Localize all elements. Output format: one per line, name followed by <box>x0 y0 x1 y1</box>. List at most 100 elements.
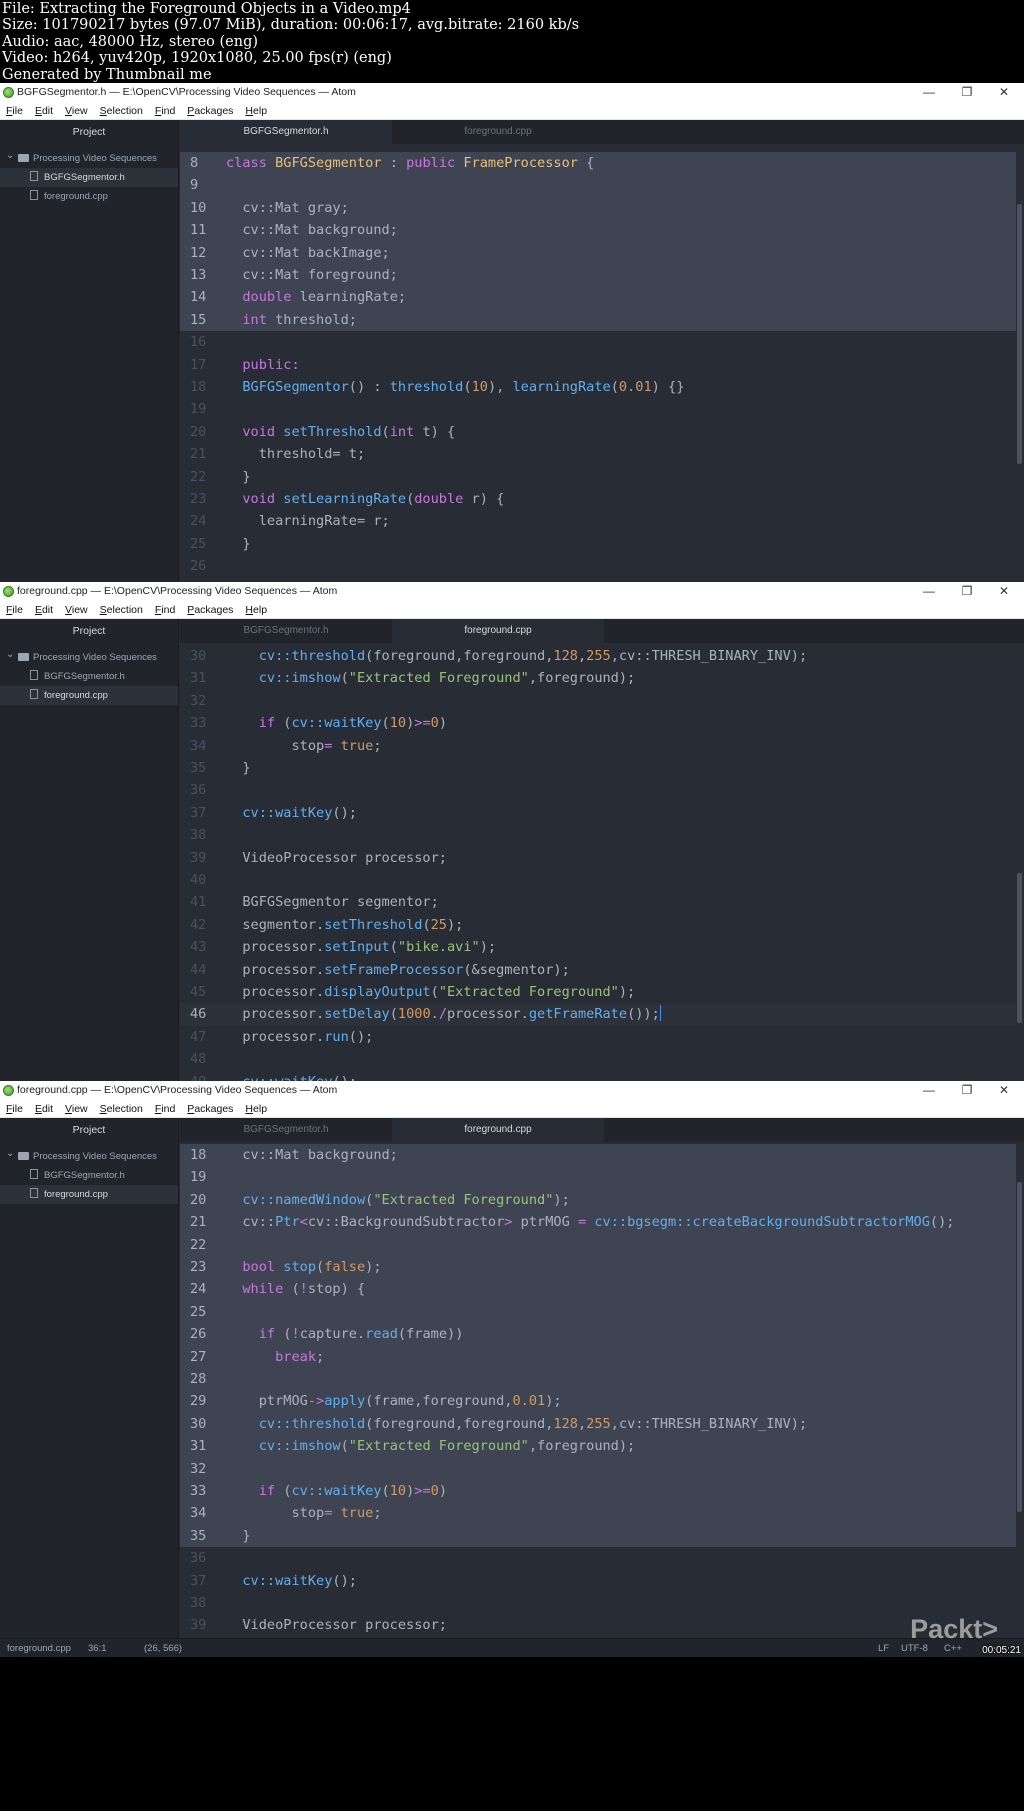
video-timestamp: 00:05:21 <box>982 1645 1021 1656</box>
tab-bgfgsegmentor-h[interactable]: BGFGSegmentor.h <box>180 120 392 144</box>
code-line: 33 if (cv::waitKey(10)>=0) <box>180 712 1016 734</box>
tree-root-folder[interactable]: ⌄ Processing Video Sequences <box>0 144 178 168</box>
minimize-icon[interactable]: — <box>918 83 940 102</box>
editor-scrollbar[interactable] <box>1017 1182 1022 1512</box>
code-text: cv::Ptr<cv::BackgroundSubtractor> ptrMOG… <box>226 1214 955 1231</box>
tree-file-foreground-cpp[interactable]: foreground.cpp <box>0 187 178 206</box>
code-line: 37 cv::waitKey(); <box>180 802 1016 824</box>
menu-help[interactable]: Help <box>245 1100 267 1118</box>
menu-view[interactable]: View <box>65 1100 88 1118</box>
menu-find[interactable]: Find <box>155 1100 175 1118</box>
menu-find[interactable]: Find <box>155 601 175 619</box>
close-icon[interactable]: ✕ <box>993 582 1015 601</box>
atom-logo-icon <box>3 87 14 98</box>
tab-foreground-cpp[interactable]: foreground.cpp <box>392 619 604 643</box>
line-number: 25 <box>190 535 207 552</box>
tree-root-folder[interactable]: ⌄ Processing Video Sequences <box>0 1142 178 1166</box>
restore-icon[interactable]: ❐ <box>956 83 978 102</box>
atom-window-3: foreground.cpp — E:\OpenCV\Processing Vi… <box>0 1081 1024 1657</box>
line-number: 30 <box>190 648 207 664</box>
line-number: 24 <box>190 1281 207 1298</box>
line-number: 22 <box>190 468 207 485</box>
code-line: 38 <box>180 824 1016 846</box>
minimize-icon[interactable]: — <box>918 1081 940 1100</box>
menu-help[interactable]: Help <box>245 601 267 619</box>
status-bar: foreground.cpp 36:1 (26, 566) LF UTF-8 C++ <box>0 1638 1024 1657</box>
code-line: 15 int threshold; <box>180 308 1016 332</box>
menu-selection[interactable]: Selection <box>100 601 143 619</box>
tree-root-folder[interactable]: ⌄ Processing Video Sequences <box>0 643 178 667</box>
editor-scrollbar[interactable] <box>1017 204 1022 464</box>
status-cursor-position[interactable]: 36:1 <box>88 1639 107 1657</box>
menu-file[interactable]: File <box>6 1100 23 1118</box>
line-number: 16 <box>190 334 207 351</box>
menu-file[interactable]: File <box>6 102 23 120</box>
code-line: 29 ptrMOG->apply(frame,foreground,0.01); <box>180 1390 1016 1413</box>
chevron-down-icon: ⌄ <box>6 649 15 660</box>
tab-foreground-cpp[interactable]: foreground.cpp <box>392 1118 604 1142</box>
code-line: 23 bool stop(false); <box>180 1256 1016 1279</box>
menu-selection[interactable]: Selection <box>100 102 143 120</box>
status-line-ending[interactable]: LF <box>878 1639 889 1657</box>
code-line: 32 <box>180 1457 1016 1480</box>
tree-file-bgfgsegmentor-h[interactable]: BGFGSegmentor.h <box>0 168 178 187</box>
restore-icon[interactable]: ❐ <box>956 582 978 601</box>
menu-edit[interactable]: Edit <box>35 1100 53 1118</box>
code-editor[interactable]: 8 class BGFGSegmentor : public FrameProce… <box>180 144 1024 640</box>
code-text: class BGFGSegmentor : public FrameProces… <box>226 155 595 171</box>
code-line: 36 <box>180 779 1016 801</box>
code-line: 8 class BGFGSegmentor : public FrameProce… <box>180 152 1016 175</box>
line-number: 32 <box>190 1460 207 1477</box>
menu-packages[interactable]: Packages <box>187 1100 233 1118</box>
file-icon <box>30 190 38 200</box>
window-title: foreground.cpp — E:\OpenCV\Processing Vi… <box>17 1084 338 1096</box>
line-number: 17 <box>190 356 207 373</box>
code-text: cv::namedWindow("Extracted Foreground"); <box>242 1191 570 1208</box>
line-number: 36 <box>190 1550 207 1567</box>
tab-foreground-cpp[interactable]: foreground.cpp <box>392 120 604 144</box>
line-number: 46 <box>190 1006 207 1023</box>
menu-help[interactable]: Help <box>245 102 267 120</box>
menu-edit[interactable]: Edit <box>35 601 53 619</box>
menu-packages[interactable]: Packages <box>187 102 233 120</box>
editor-scrollbar[interactable] <box>1017 873 1022 1023</box>
code-line: 25 } <box>180 533 1016 555</box>
code-text: bool stop(false); <box>242 1259 382 1275</box>
line-number: 12 <box>190 244 207 261</box>
close-icon[interactable]: ✕ <box>993 1081 1015 1100</box>
code-text: } <box>226 535 251 552</box>
code-editor[interactable]: 18 cv::Mat background; 19 20 cv::namedWind… <box>180 1142 1024 1638</box>
tab-bgfgsegmentor-h[interactable]: BGFGSegmentor.h <box>180 1118 392 1142</box>
menu-file[interactable]: File <box>6 601 23 619</box>
tree-file-bgfgsegmentor-h[interactable]: BGFGSegmentor.h <box>0 1166 178 1185</box>
menu-edit[interactable]: Edit <box>35 102 53 120</box>
code-text: cv::Mat background; <box>226 1147 398 1163</box>
menu-selection[interactable]: Selection <box>100 1100 143 1118</box>
tree-file-foreground-cpp[interactable]: foreground.cpp <box>0 1185 178 1204</box>
menu-view[interactable]: View <box>65 102 88 120</box>
code-line: 35 } <box>180 1524 1016 1548</box>
status-file-name[interactable]: foreground.cpp <box>7 1639 71 1657</box>
line-number: 38 <box>190 1595 207 1611</box>
code-text: cv::waitKey(); <box>242 804 357 821</box>
status-selection-count[interactable]: (26, 566) <box>144 1639 182 1657</box>
code-editor[interactable]: 30 cv::threshold(foreground,foreground,1… <box>180 643 1024 1139</box>
tab-bgfgsegmentor-h[interactable]: BGFGSegmentor.h <box>180 619 392 643</box>
text-cursor <box>659 1005 661 1022</box>
menu-find[interactable]: Find <box>155 102 175 120</box>
line-number: 21 <box>190 1214 207 1231</box>
line-number: 13 <box>190 267 207 283</box>
tree-file-bgfgsegmentor-h[interactable]: BGFGSegmentor.h <box>0 667 178 686</box>
close-icon[interactable]: ✕ <box>993 83 1015 102</box>
tree-file-label: foreground.cpp <box>44 690 108 701</box>
menu-view[interactable]: View <box>65 601 88 619</box>
minimize-icon[interactable]: — <box>918 582 940 601</box>
line-number: 35 <box>190 1527 207 1544</box>
atom-window-1: BGFGSegmentor.h — E:\OpenCV\Processing V… <box>0 83 1024 659</box>
code-text: } <box>226 1527 251 1544</box>
restore-icon[interactable]: ❐ <box>956 1081 978 1100</box>
code-text: cv::threshold(foreground,foreground,128,… <box>258 648 808 664</box>
tree-file-foreground-cpp[interactable]: foreground.cpp <box>0 686 178 705</box>
menu-packages[interactable]: Packages <box>187 601 233 619</box>
chevron-down-icon: ⌄ <box>6 150 15 161</box>
